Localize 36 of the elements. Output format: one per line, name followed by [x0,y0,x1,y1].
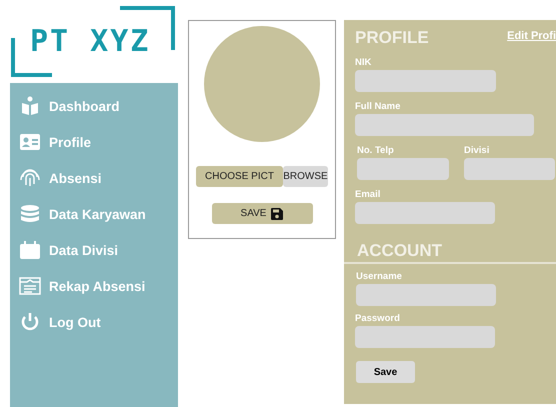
password-label: Password [355,313,401,324]
id-card-icon [19,132,41,152]
email-label: Email [355,189,382,200]
nik-field[interactable] [355,70,496,92]
save-account-button[interactable]: Save [356,361,415,383]
phone-label: No. Telp [357,145,395,156]
save-button[interactable]: SAVE [212,203,312,224]
sidebar-item[interactable]: Rekap Absensi [49,278,146,294]
choose-picture-button[interactable]: CHOOSE PICT [196,166,283,187]
password-field[interactable] [355,326,495,348]
nik-label: NIK [355,57,372,68]
username-label: Username [356,271,403,282]
profile-title: PROFILE [355,28,429,48]
phone-field[interactable] [357,158,449,180]
sidebar-item[interactable]: Log Out [49,314,101,330]
report-icon [19,276,41,296]
edit-profile-link[interactable]: Edit Profi [507,30,556,42]
power-icon [19,312,41,332]
username-field[interactable] [356,284,496,306]
calendar-icon [19,240,41,260]
sidebar-item[interactable]: Data Divisi [49,242,118,258]
division-field[interactable] [464,158,555,180]
browse-button[interactable]: BROWSE [283,166,328,187]
sidebar-item[interactable]: Profile [49,134,92,150]
full-name-field[interactable] [355,114,534,136]
sidebar-item[interactable]: Absensi [49,170,102,186]
email-field[interactable] [355,202,495,224]
database-icon [19,204,41,224]
full-name-label: Full Name [355,101,402,112]
account-title: ACCOUNT [357,241,442,261]
sidebar-item[interactable]: Data Karyawan [49,206,146,222]
division-label: Divisi [464,145,490,156]
reader-icon [19,96,41,116]
logo-text: PT XYZ [30,24,150,59]
sidebar-item[interactable]: Dashboard [49,98,120,114]
fingerprint-icon [19,168,41,188]
